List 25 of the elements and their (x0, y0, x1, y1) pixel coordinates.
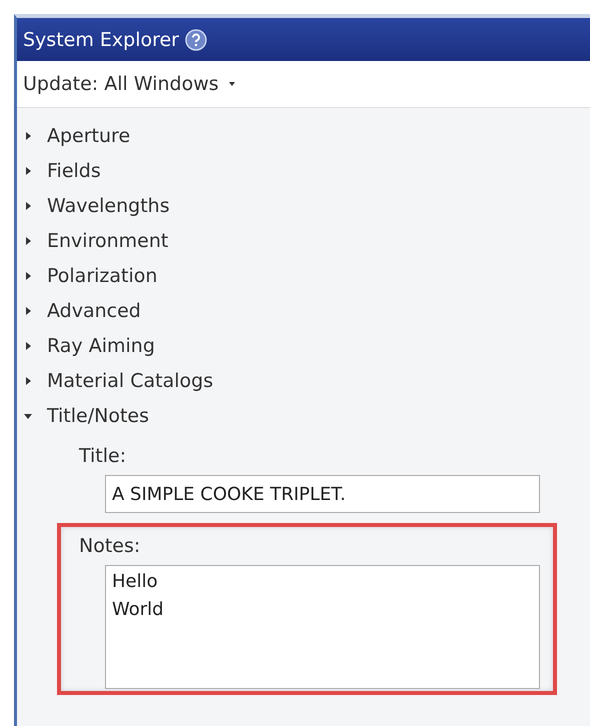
expand-arrow-icon (23, 306, 33, 316)
expand-arrow-icon (23, 130, 33, 140)
expand-arrow-icon (23, 376, 33, 386)
update-dropdown[interactable]: Update: All Windows (17, 61, 590, 108)
expand-arrow-icon (23, 340, 33, 350)
tree-item[interactable]: Title/Notes (17, 398, 590, 433)
expand-arrow-icon (23, 236, 33, 246)
notes-field[interactable]: Hello World (105, 565, 540, 689)
expand-arrow-icon (23, 200, 33, 210)
panel-title: System Explorer (23, 28, 179, 50)
title-field[interactable]: A SIMPLE COOKE TRIPLET. (105, 475, 540, 513)
expand-arrow-icon (23, 270, 33, 280)
tree-item[interactable]: Advanced (17, 293, 590, 328)
tree-item[interactable]: Wavelengths (17, 188, 590, 223)
field-label: Notes: (79, 535, 142, 557)
expand-arrow-icon (23, 166, 33, 176)
help-icon[interactable] (185, 28, 207, 50)
tree-item[interactable]: Material Catalogs (17, 363, 590, 398)
tree-item[interactable]: Polarization (17, 258, 590, 293)
tree-item[interactable]: Fields (17, 153, 590, 188)
tree-item[interactable]: Environment (17, 223, 590, 258)
tree-item[interactable]: Aperture (17, 118, 590, 153)
caret-icon (228, 82, 235, 86)
field-label: Title: (79, 445, 128, 467)
tree-item[interactable]: Ray Aiming (17, 328, 590, 363)
